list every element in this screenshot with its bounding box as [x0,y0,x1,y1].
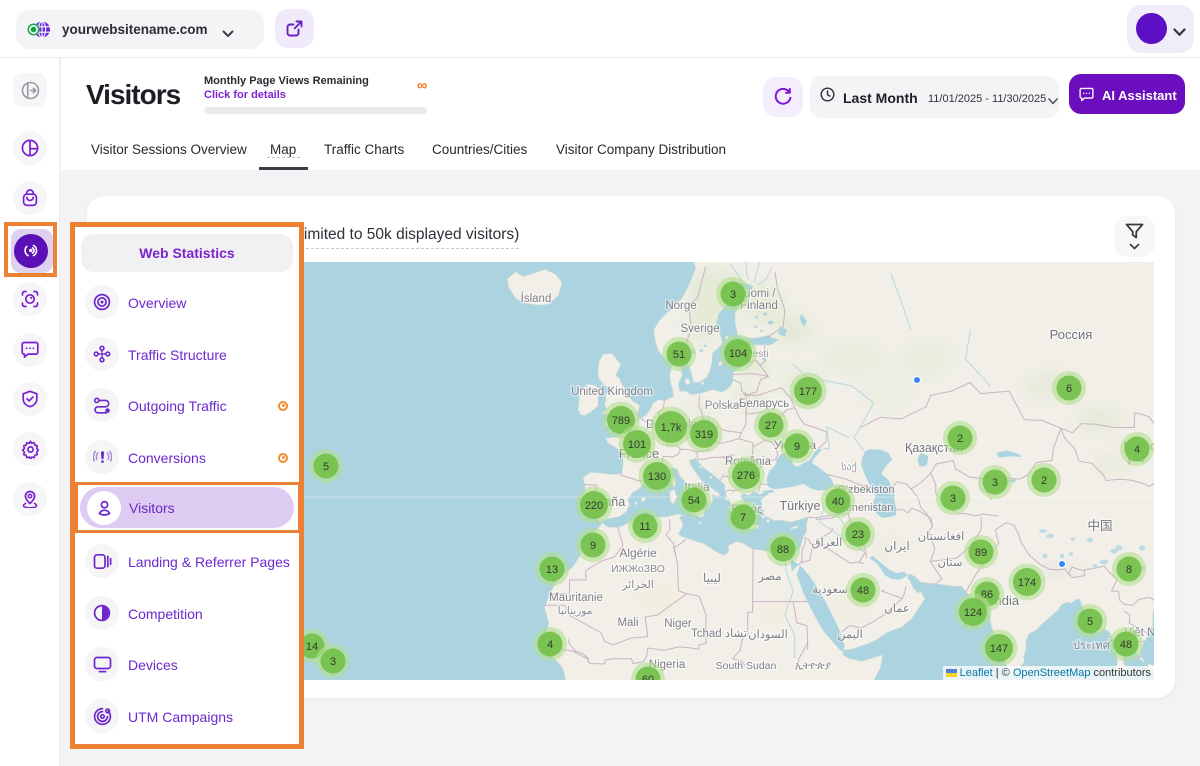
svg-text:ستان: ستان [937,556,962,569]
svg-text:العراق: العراق [812,536,843,549]
svg-text:موريتانيا: موريتانيا [558,605,593,617]
svg-text:89: 89 [975,547,987,559]
svg-text:27: 27 [765,420,777,432]
svg-text:საქ: საქ [841,461,856,473]
svg-text:Россия: Россия [1050,327,1093,342]
svg-text:9: 9 [590,540,596,552]
svg-text:8: 8 [1126,564,1132,576]
svg-text:101: 101 [628,439,646,451]
svg-text:48: 48 [857,585,869,597]
svg-text:عمان: عمان [884,602,909,615]
svg-text:174: 174 [1018,577,1036,589]
svg-text:14: 14 [306,641,318,653]
svg-text:中国: 中国 [1087,518,1112,533]
svg-text:60: 60 [642,674,654,680]
svg-text:40: 40 [832,496,844,508]
svg-text:104: 104 [729,348,747,360]
svg-text:4: 4 [1134,444,1140,456]
svg-text:51: 51 [673,349,685,361]
svg-text:Sverige: Sverige [681,323,720,335]
svg-text:Norge: Norge [665,300,696,312]
svg-text:13: 13 [546,564,558,576]
svg-text:4: 4 [547,639,553,651]
svg-text:48: 48 [1120,639,1132,651]
svg-text:ایران: ایران [884,539,909,553]
svg-text:3: 3 [730,289,736,301]
svg-text:ИЖЖоЗВО: ИЖЖоЗВО [611,563,665,575]
svg-text:South Sudan: South Sudan [716,660,777,672]
svg-text:Algérie: Algérie [619,546,657,560]
svg-text:276: 276 [737,470,755,482]
svg-text:1,7k: 1,7k [661,422,682,434]
svg-text:3: 3 [992,477,998,489]
svg-text:مصر: مصر [757,569,781,583]
svg-text:177: 177 [799,386,817,398]
svg-text:United Kingdom: United Kingdom [571,386,653,398]
svg-text:Mauritanie: Mauritanie [549,592,603,604]
svg-text:88: 88 [777,544,789,556]
svg-text:3: 3 [330,656,336,668]
svg-text:3: 3 [950,493,956,505]
svg-text:319: 319 [695,429,713,441]
svg-text:2: 2 [957,433,963,445]
svg-text:ليبيا: ليبيا [703,571,721,585]
svg-text:23: 23 [852,529,864,541]
svg-text:9: 9 [794,441,800,453]
svg-text:54: 54 [688,495,700,507]
svg-text:2: 2 [1041,475,1047,487]
svg-text:124: 124 [964,607,982,619]
svg-text:اليمن: اليمن [837,628,863,641]
svg-text:147: 147 [990,643,1008,655]
svg-text:افغانستان: افغانستان [918,530,965,543]
svg-text:5: 5 [323,461,329,473]
svg-text:7: 7 [740,512,746,524]
svg-text:789: 789 [612,415,630,427]
svg-text:Беларусь: Беларусь [739,398,789,410]
svg-text:السودان: السودان [748,628,788,641]
svg-text:ኢትዮጵያ: ኢትዮጵያ [795,660,832,672]
svg-text:6: 6 [1066,383,1072,395]
svg-text:Türkiye: Türkiye [780,499,821,513]
svg-text:سعودية: سعودية [812,584,848,596]
svg-text:11: 11 [639,521,650,533]
svg-text:الجزائر: الجزائر [621,579,654,591]
svg-text:Niger: Niger [664,618,692,630]
svg-text:5: 5 [1087,616,1093,628]
svg-text:220: 220 [585,500,603,512]
svg-text:Ísland: Ísland [521,292,552,305]
svg-text:Mali: Mali [617,617,638,629]
svg-text:Polska: Polska [705,400,740,412]
svg-text:130: 130 [648,471,666,483]
svg-text:Tchad تشاد: Tchad تشاد [691,627,747,640]
